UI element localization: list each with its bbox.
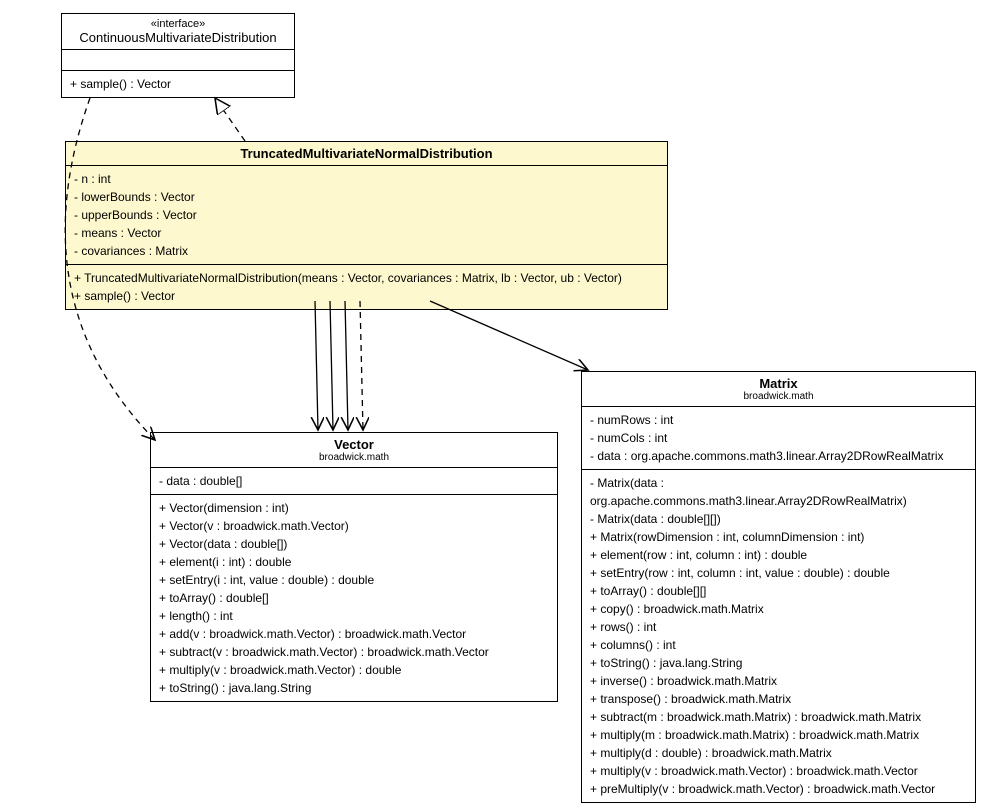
method-row: + transpose() : broadwick.math.Matrix [590,690,967,708]
method-row: - Matrix(data : double[][]) [590,510,967,528]
interface-attr-section [62,50,294,71]
method-row: + Vector(data : double[]) [159,535,549,553]
matrix-name: Matrix [590,376,967,391]
vector-method-section: + Vector(dimension : int) + Vector(v : b… [151,495,557,701]
attr-row: - numCols : int [590,429,967,447]
vector-class-box: Vector broadwick.math - data : double[] … [150,432,558,702]
method-row: + element(i : int) : double [159,553,549,571]
method-row: + toArray() : double[] [159,589,549,607]
interface-name: ContinuousMultivariateDistribution [70,30,286,45]
attr-row: - covariances : Matrix [74,242,659,260]
method-row: + toString() : java.lang.String [159,679,549,697]
attr-row: - data : org.apache.commons.math3.linear… [590,447,967,465]
truncated-header: TruncatedMultivariateNormalDistribution [66,142,667,166]
method-row: + multiply(m : broadwick.math.Matrix) : … [590,726,967,744]
method-row: + sample() : Vector [70,75,286,93]
method-row: + inverse() : broadwick.math.Matrix [590,672,967,690]
association-line [345,301,348,430]
method-row: + multiply(v : broadwick.math.Vector) : … [159,661,549,679]
truncated-method-section: + TruncatedMultivariateNormalDistributio… [66,265,667,309]
attr-row: - lowerBounds : Vector [74,188,659,206]
vector-name: Vector [159,437,549,452]
truncated-class-box: TruncatedMultivariateNormalDistribution … [65,141,668,310]
method-row: - Matrix(data : org.apache.commons.math3… [590,474,967,510]
method-row: + subtract(v : broadwick.math.Vector) : … [159,643,549,661]
attr-row: - means : Vector [74,224,659,242]
attr-row: - numRows : int [590,411,967,429]
matrix-header: Matrix broadwick.math [582,372,975,407]
realization-line [215,98,245,141]
method-row: + Matrix(rowDimension : int, columnDimen… [590,528,967,546]
matrix-method-section: - Matrix(data : org.apache.commons.math3… [582,470,975,802]
method-row: + columns() : int [590,636,967,654]
vector-attr-section: - data : double[] [151,468,557,495]
method-row: + subtract(m : broadwick.math.Matrix) : … [590,708,967,726]
method-row: + TruncatedMultivariateNormalDistributio… [74,269,659,287]
interface-stereotype: «interface» [70,18,286,30]
method-row: + element(row : int, column : int) : dou… [590,546,967,564]
vector-header: Vector broadwick.math [151,433,557,468]
method-row: + setEntry(i : int, value : double) : do… [159,571,549,589]
matrix-package: broadwick.math [590,391,967,402]
method-row: + preMultiply(v : broadwick.math.Vector)… [590,780,967,798]
method-row: + length() : int [159,607,549,625]
truncated-name: TruncatedMultivariateNormalDistribution [74,146,659,161]
method-row: + add(v : broadwick.math.Vector) : broad… [159,625,549,643]
interface-header: «interface» ContinuousMultivariateDistri… [62,14,294,50]
matrix-class-box: Matrix broadwick.math - numRows : int - … [581,371,976,803]
dependency-line [360,301,363,430]
attr-row: - upperBounds : Vector [74,206,659,224]
method-row: + Vector(dimension : int) [159,499,549,517]
method-row: + multiply(d : double) : broadwick.math.… [590,744,967,762]
method-row: + Vector(v : broadwick.math.Vector) [159,517,549,535]
method-row: + toString() : java.lang.String [590,654,967,672]
association-line [315,301,318,430]
method-row: + sample() : Vector [74,287,659,305]
method-row: + copy() : broadwick.math.Matrix [590,600,967,618]
interface-method-section: + sample() : Vector [62,71,294,97]
attr-row: - data : double[] [159,472,549,490]
vector-package: broadwick.math [159,452,549,463]
matrix-attr-section: - numRows : int - numCols : int - data :… [582,407,975,470]
method-row: + multiply(v : broadwick.math.Vector) : … [590,762,967,780]
association-line [330,301,333,430]
method-row: + toArray() : double[][] [590,582,967,600]
method-row: + rows() : int [590,618,967,636]
attr-row: - n : int [74,170,659,188]
interface-class-box: «interface» ContinuousMultivariateDistri… [61,13,295,98]
method-row: + setEntry(row : int, column : int, valu… [590,564,967,582]
truncated-attr-section: - n : int - lowerBounds : Vector - upper… [66,166,667,265]
association-line [430,301,588,370]
